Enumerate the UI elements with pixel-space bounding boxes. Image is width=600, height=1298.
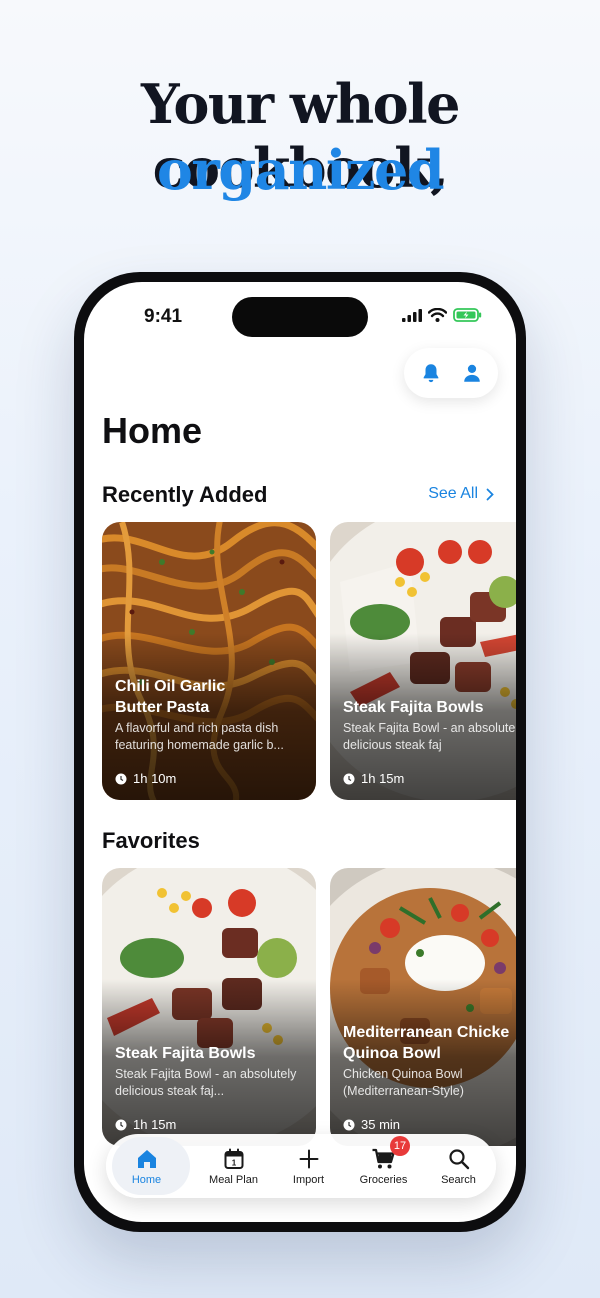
card-gradient — [102, 522, 316, 800]
calendar-day: 1 — [231, 1158, 236, 1167]
top-actions — [404, 348, 498, 398]
recipe-description: A flavorful and rich pasta dish featurin… — [115, 721, 284, 752]
tab-label: Home — [131, 1173, 162, 1186]
tab-import[interactable]: Import — [271, 1134, 346, 1198]
recipe-time-label: 35 min — [361, 1117, 401, 1132]
recipe-card[interactable]: Mediterranean Chicke Quinoa Bowl Chicken… — [330, 868, 516, 1146]
card-gradient — [102, 868, 316, 1146]
recipe-time: 1h 10m — [115, 771, 176, 786]
phone-screen: 9:41 Home Recently Added See All Chili O… — [84, 282, 516, 1222]
tab-label: Search — [441, 1173, 476, 1186]
status-time: 9:41 — [144, 306, 183, 327]
tab-home[interactable]: Home — [109, 1134, 190, 1198]
notifications-button[interactable] — [420, 362, 442, 384]
signal-icon — [402, 308, 422, 322]
recipe-title: Steak Fajita Bowls — [115, 1045, 256, 1062]
favorites-title: Favorites — [102, 828, 200, 853]
card-gradient — [330, 522, 516, 800]
recipe-time-label: 1h 15m — [361, 771, 405, 786]
dynamic-island — [232, 297, 368, 337]
recipe-title: Chili Oil Garlic Butter Pasta — [115, 678, 226, 716]
tab-label: Meal Plan — [209, 1173, 258, 1186]
recipe-description: Chicken Quinoa Bowl (Mediterranean-Style… — [343, 1067, 464, 1098]
recipe-time-label: 1h 15m — [133, 1117, 177, 1132]
bell-icon — [423, 364, 438, 383]
search-icon — [448, 1148, 469, 1169]
home-icon — [137, 1149, 156, 1168]
clock-icon — [343, 773, 355, 784]
chevron-right-icon — [486, 488, 494, 500]
groceries-badge: 17 — [390, 1136, 410, 1156]
tab-groceries[interactable]: 17 Groceries — [346, 1134, 421, 1198]
tab-label: Groceries — [359, 1173, 408, 1186]
clock-icon — [115, 773, 127, 784]
page-title: Home — [102, 410, 203, 451]
battery-icon — [453, 308, 482, 322]
person-icon — [463, 364, 480, 382]
recipe-card[interactable]: Steak Fajita Bowls Steak Fajita Bowl - a… — [330, 522, 516, 800]
see-all-label: See All — [428, 485, 478, 502]
tab-bar: Home 1 Meal Plan Import 17 Groceries Sea… — [106, 1134, 496, 1198]
recently-added-title: Recently Added — [102, 482, 268, 507]
tab-meal-plan[interactable]: 1 Meal Plan — [196, 1134, 271, 1198]
recipe-description: Steak Fajita Bowl - an absolutely delici… — [343, 721, 516, 752]
recipe-time: 1h 15m — [343, 771, 404, 786]
status-icons — [402, 308, 482, 322]
profile-button[interactable] — [461, 362, 483, 384]
recipe-title: Mediterranean Chicke Quinoa Bowl — [343, 1024, 510, 1062]
phone-frame: 9:41 Home Recently Added See All Chili O… — [74, 272, 526, 1232]
recipe-card[interactable]: Chili Oil Garlic Butter Pasta A flavorfu… — [102, 522, 316, 800]
card-gradient — [330, 868, 516, 1146]
clock-icon — [115, 1119, 127, 1130]
recipe-title: Steak Fajita Bowls — [343, 699, 484, 716]
headline-line-2: organized — [156, 138, 445, 202]
calendar-icon: 1 — [224, 1148, 243, 1169]
tab-search[interactable]: Search — [421, 1134, 496, 1198]
tab-label: Import — [292, 1173, 325, 1186]
recipe-description: Steak Fajita Bowl - an absolutely delici… — [115, 1067, 297, 1098]
wifi-icon — [428, 308, 447, 322]
recipe-time: 35 min — [343, 1117, 400, 1132]
see-all-link[interactable]: See All — [428, 485, 494, 503]
recipe-time-label: 1h 10m — [133, 771, 177, 786]
recipe-time: 1h 15m — [115, 1117, 176, 1132]
plus-icon — [299, 1149, 318, 1168]
clock-icon — [343, 1119, 355, 1130]
recipe-card[interactable]: Steak Fajita Bowls Steak Fajita Bowl - a… — [102, 868, 316, 1146]
